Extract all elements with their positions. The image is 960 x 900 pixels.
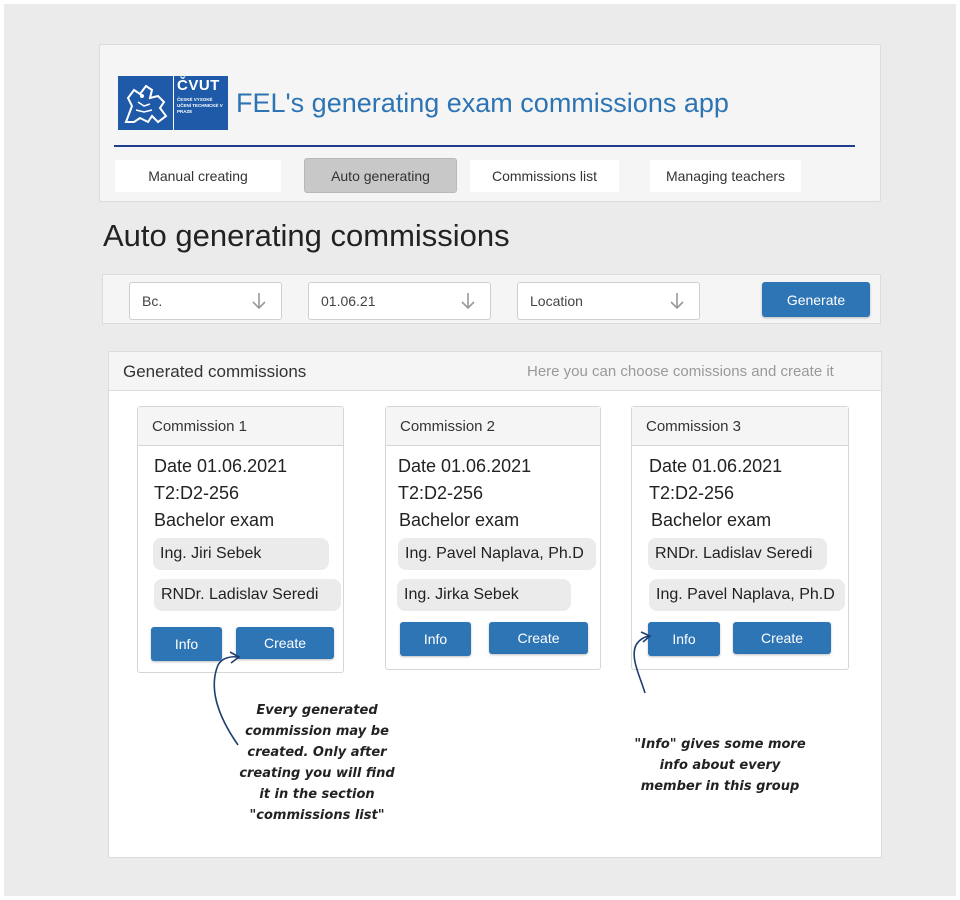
note-line: "Info" gives some more [634, 737, 806, 752]
note-line: creating you will find [239, 766, 395, 781]
info-help-note: "Info" gives some more info about every … [632, 734, 808, 797]
info-arrow-icon [633, 631, 652, 694]
note-line: it in the section [259, 787, 375, 802]
note-line: commission may be [245, 724, 389, 739]
create-help-note: Every generated commission may be create… [232, 700, 402, 826]
note-line: member in this group [640, 779, 800, 794]
note-line: Every generated [256, 703, 378, 718]
note-line: info about every [659, 758, 781, 773]
note-line: created. Only after [247, 745, 387, 760]
note-line: "commissions list" [249, 808, 385, 823]
annotation-arrows [213, 631, 652, 746]
